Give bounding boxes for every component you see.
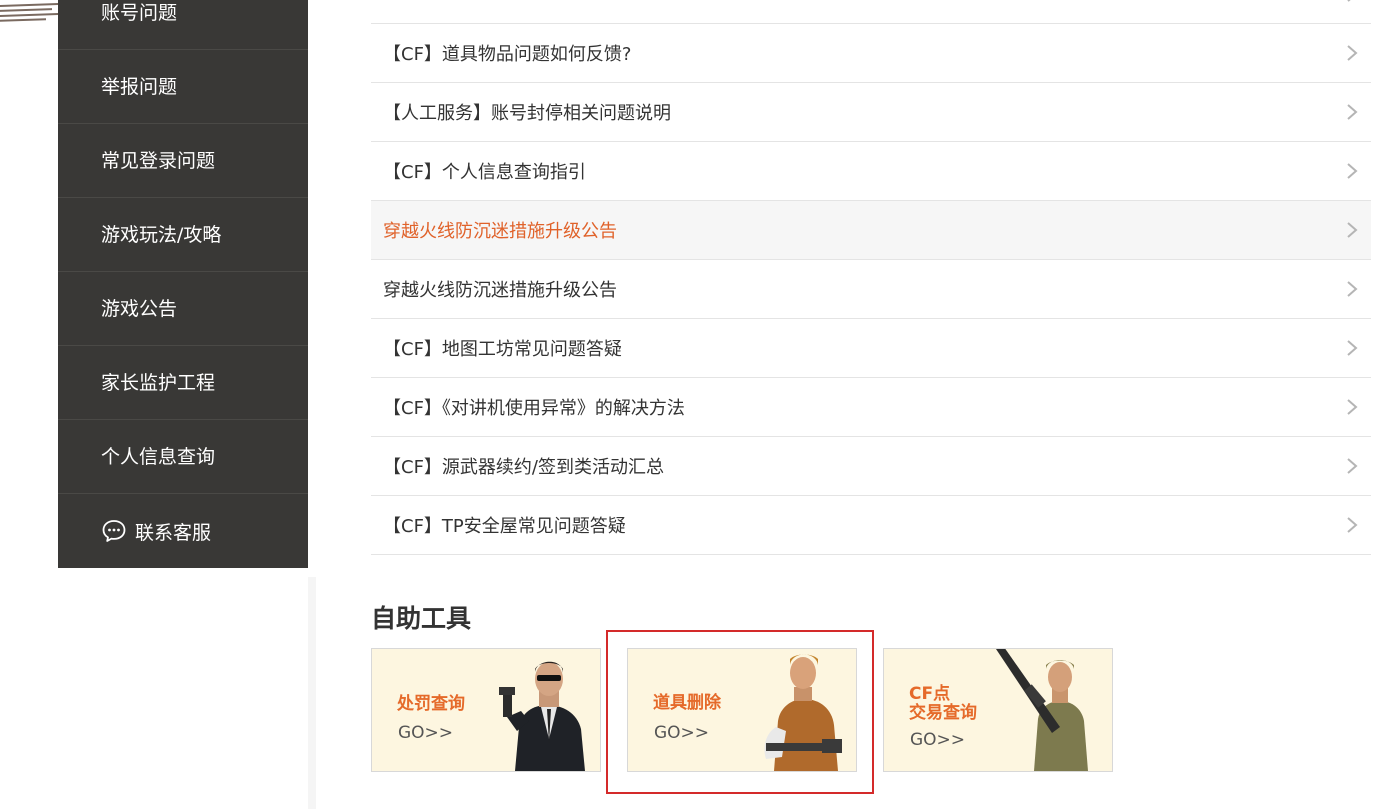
list-item[interactable]: 【CF】道具物品问题如何反馈? [371,24,1371,83]
selected-tool-highlight [606,630,874,794]
list-item-title: 【CF】地图工坊常见问题答疑 [383,339,622,360]
chevron-right-icon [1347,0,1351,2]
sidebar-item-personal-info[interactable]: 个人信息查询 [58,420,308,494]
tool-card-go-link: GO>> [910,730,966,750]
list-item-title: 【CF】TP安全屋常见问题答疑 [383,516,626,537]
chevron-right-icon [1347,222,1358,238]
list-item-hovered[interactable]: 穿越火线防沉迷措施升级公告 [371,201,1371,260]
chevron-right-icon [1347,458,1358,474]
list-item[interactable]: 【CF】《对讲机使用异常》的解决方法 [371,378,1371,437]
sidebar-item-label: 账号问题 [101,2,178,24]
list-item-title: 穿越火线防沉迷措施升级公告 [383,221,617,242]
chevron-right-icon [1347,45,1358,61]
chat-bubble-icon [102,520,126,542]
article-list: 【CF】道具物品问题如何反馈? 【人工服务】账号封停相关问题说明 【CF】个人信… [371,0,1371,555]
tools-section-title: 自助工具 [371,604,472,633]
sidebar-item-gameplay[interactable]: 游戏玩法/攻略 [58,198,308,272]
list-item[interactable]: 【CF】源武器续约/签到类活动汇总 [371,437,1371,496]
list-item[interactable]: 【CF】TP安全屋常见问题答疑 [371,496,1371,555]
tool-card-title-line2: 交易查询 [909,703,977,723]
list-item[interactable]: 【人工服务】账号封停相关问题说明 [371,83,1371,142]
sidebar-item-announcements[interactable]: 游戏公告 [58,272,308,346]
contact-service-label: 联系客服 [135,521,212,544]
chevron-right-icon [1347,281,1358,297]
tool-card-cf-points-trade[interactable]: CF点 交易查询 GO>> [883,648,1113,772]
sidebar-item-label: 游戏公告 [101,298,178,320]
female-soldier-illustration [996,649,1088,771]
sidebar-item-login[interactable]: 常见登录问题 [58,124,308,198]
list-item[interactable]: 【CF】个人信息查询指引 [371,142,1371,201]
list-item[interactable]: 【CF】地图工坊常见问题答疑 [371,319,1371,378]
contact-service-button[interactable]: 联系客服 [58,494,308,568]
sidebar-item-report[interactable]: 举报问题 [58,50,308,124]
tool-card-title: 处罚查询 [397,694,465,714]
chevron-right-icon [1347,399,1358,415]
chevron-right-icon [1347,163,1358,179]
tool-card-penalty-query[interactable]: 处罚查询 GO>> [371,648,601,772]
sidebar-item-account[interactable]: 账号问题 [58,0,308,50]
agent-character-illustration [499,661,585,771]
list-item-title: 【CF】《对讲机使用异常》的解决方法 [383,398,685,419]
list-item-title: 【CF】道具物品问题如何反馈? [383,44,632,65]
sidebar-item-label: 举报问题 [101,76,178,98]
chevron-right-icon [1347,517,1358,533]
list-item-title: 【CF】个人信息查询指引 [383,162,586,183]
sidebar-item-parental[interactable]: 家长监护工程 [58,346,308,420]
list-item-title: 【人工服务】账号封停相关问题说明 [383,103,671,124]
tool-card-go-link: GO>> [398,723,454,743]
content-shadow-strip [308,577,316,809]
background-decoration [0,0,58,26]
sidebar-item-label: 个人信息查询 [101,446,216,468]
list-item-partial[interactable] [371,0,1371,24]
sidebar-item-label: 常见登录问题 [101,150,216,172]
sidebar: 账号问题 举报问题 常见登录问题 游戏玩法/攻略 游戏公告 家长监护工程 个人信… [58,0,308,568]
sidebar-item-label: 家长监护工程 [101,372,216,394]
list-item-title: 穿越火线防沉迷措施升级公告 [383,280,617,301]
chevron-right-icon [1347,104,1358,120]
list-item-title: 【CF】源武器续约/签到类活动汇总 [383,457,664,478]
tool-card-title-line1: CF点 [909,684,951,704]
list-item[interactable]: 穿越火线防沉迷措施升级公告 [371,260,1371,319]
page-background-left [0,0,58,809]
chevron-right-icon [1347,340,1358,356]
sidebar-item-label: 游戏玩法/攻略 [101,224,222,246]
